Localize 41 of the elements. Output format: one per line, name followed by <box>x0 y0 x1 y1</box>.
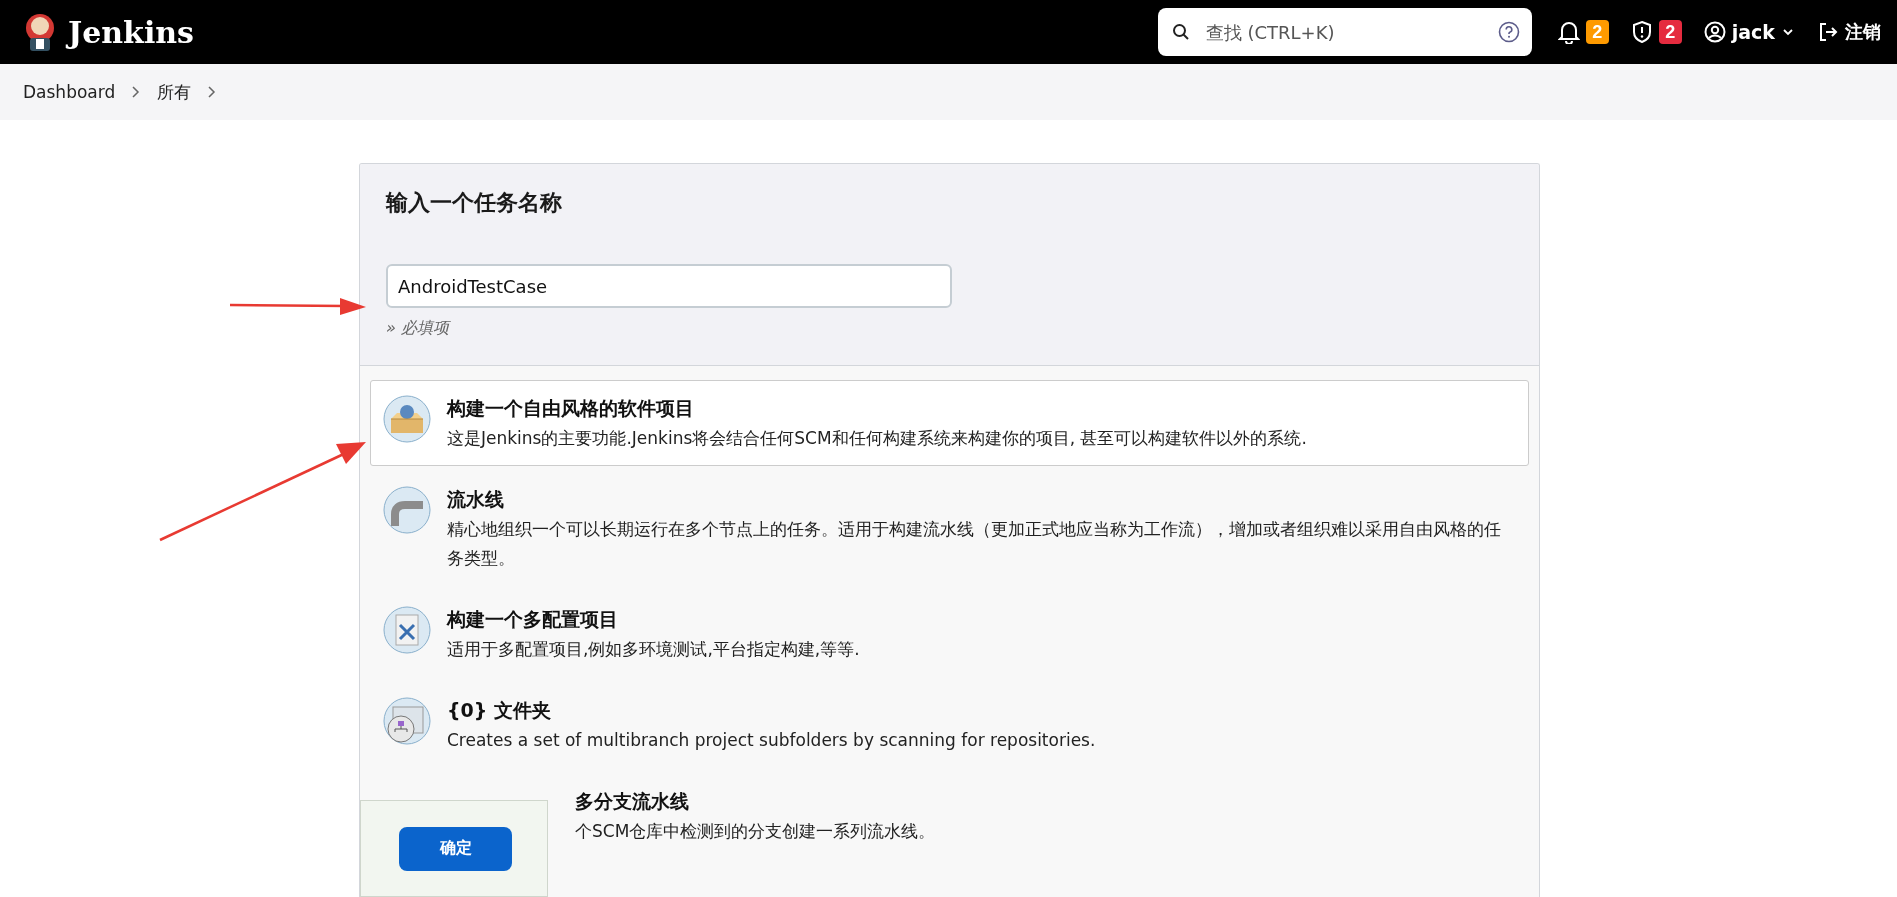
bell-icon <box>1557 20 1580 44</box>
form-title: 输入一个任务名称 <box>386 189 563 217</box>
option-title: 构建一个多配置项目 <box>447 607 619 632</box>
caret-icon <box>1781 27 1795 37</box>
package-icon <box>383 395 431 443</box>
job-type-option[interactable]: 构建一个多配置项目 适用于多配置项目,例如多环境测试,平台指定构建,等等. <box>370 591 1529 677</box>
tools-icon <box>383 606 431 654</box>
option-description: 精心地组织一个可以长期运行在多个节点上的任务。适用于构建流水线（更加正式地应当称为工作流），增加或者组织难以采用自由风格的任务类型。 <box>447 518 1502 570</box>
folder-icon <box>383 697 431 745</box>
user-menu[interactable]: jack <box>1703 21 1795 43</box>
option-description: Creates a set of multibranch project subfolders by scanning for repositories. <box>447 729 1097 752</box>
option-description: 这是Jenkins的主要功能.Jenkins将会结合任何SCM和任何构建系统来构建你的项目, 甚至可以构建软件以外的系统. <box>447 427 1308 450</box>
option-title: 构建一个自由风格的软件项目 <box>447 396 695 421</box>
help-icon[interactable] <box>1497 21 1520 43</box>
required-hint: » 必填项 <box>386 318 452 339</box>
option-description: 个SCM仓库中检测到的分支创建一系列流水线。 <box>575 820 937 843</box>
search-icon <box>1171 23 1190 41</box>
breadcrumb-link[interactable]: 所有 <box>157 80 192 104</box>
option-title: 多分支流水线 <box>575 789 690 814</box>
item-name-field[interactable]: AndroidTestCase <box>386 264 952 308</box>
search-field[interactable]: 查找 (CTRL+K) <box>1203 20 1484 44</box>
count-badge: 2 <box>1658 20 1682 44</box>
job-type-option[interactable]: 流水线 精心地组织一个可以长期运行在多个节点上的任务。适用于构建流水线（更加正式地应当称为工作流），增加或者组织难以采用自由风格的任务类型。 <box>370 471 1529 586</box>
breadcrumb-link[interactable]: Dashboard <box>23 82 116 102</box>
search-box[interactable]: 查找 (CTRL+K) <box>1157 8 1532 56</box>
chevron-icon[interactable] <box>131 85 142 99</box>
chevron-icon[interactable] <box>207 85 218 99</box>
option-title: {0} 文件夹 <box>447 698 552 723</box>
job-type-option[interactable]: 多分支流水线 个SCM仓库中检测到的分支创建一系列流水线。 <box>562 773 1529 859</box>
user-icon <box>1703 21 1726 43</box>
job-type-option[interactable]: {0} 文件夹 Creates a set of multibranch project subfolders by scanning for repositories. <box>370 682 1529 768</box>
option-description: 适用于多配置项目,例如多环境测试,平台指定构建,等等. <box>447 638 861 661</box>
count-badge: 2 <box>1585 20 1609 44</box>
option-title: 流水线 <box>447 487 505 512</box>
shield-icon <box>1630 20 1653 44</box>
pipe-icon <box>383 486 431 534</box>
security-button[interactable]: 2 <box>1630 20 1682 44</box>
job-type-option[interactable]: 构建一个自由风格的软件项目 这是Jenkins的主要功能.Jenkins将会结合任何SCM和任何构建系统来构建你的项目, 甚至可以构建软件以外的系统. <box>370 380 1529 466</box>
ok-button[interactable]: 确定 <box>399 826 512 871</box>
logout-icon <box>1817 21 1839 43</box>
logout-link[interactable]: 注销 <box>1817 20 1881 44</box>
